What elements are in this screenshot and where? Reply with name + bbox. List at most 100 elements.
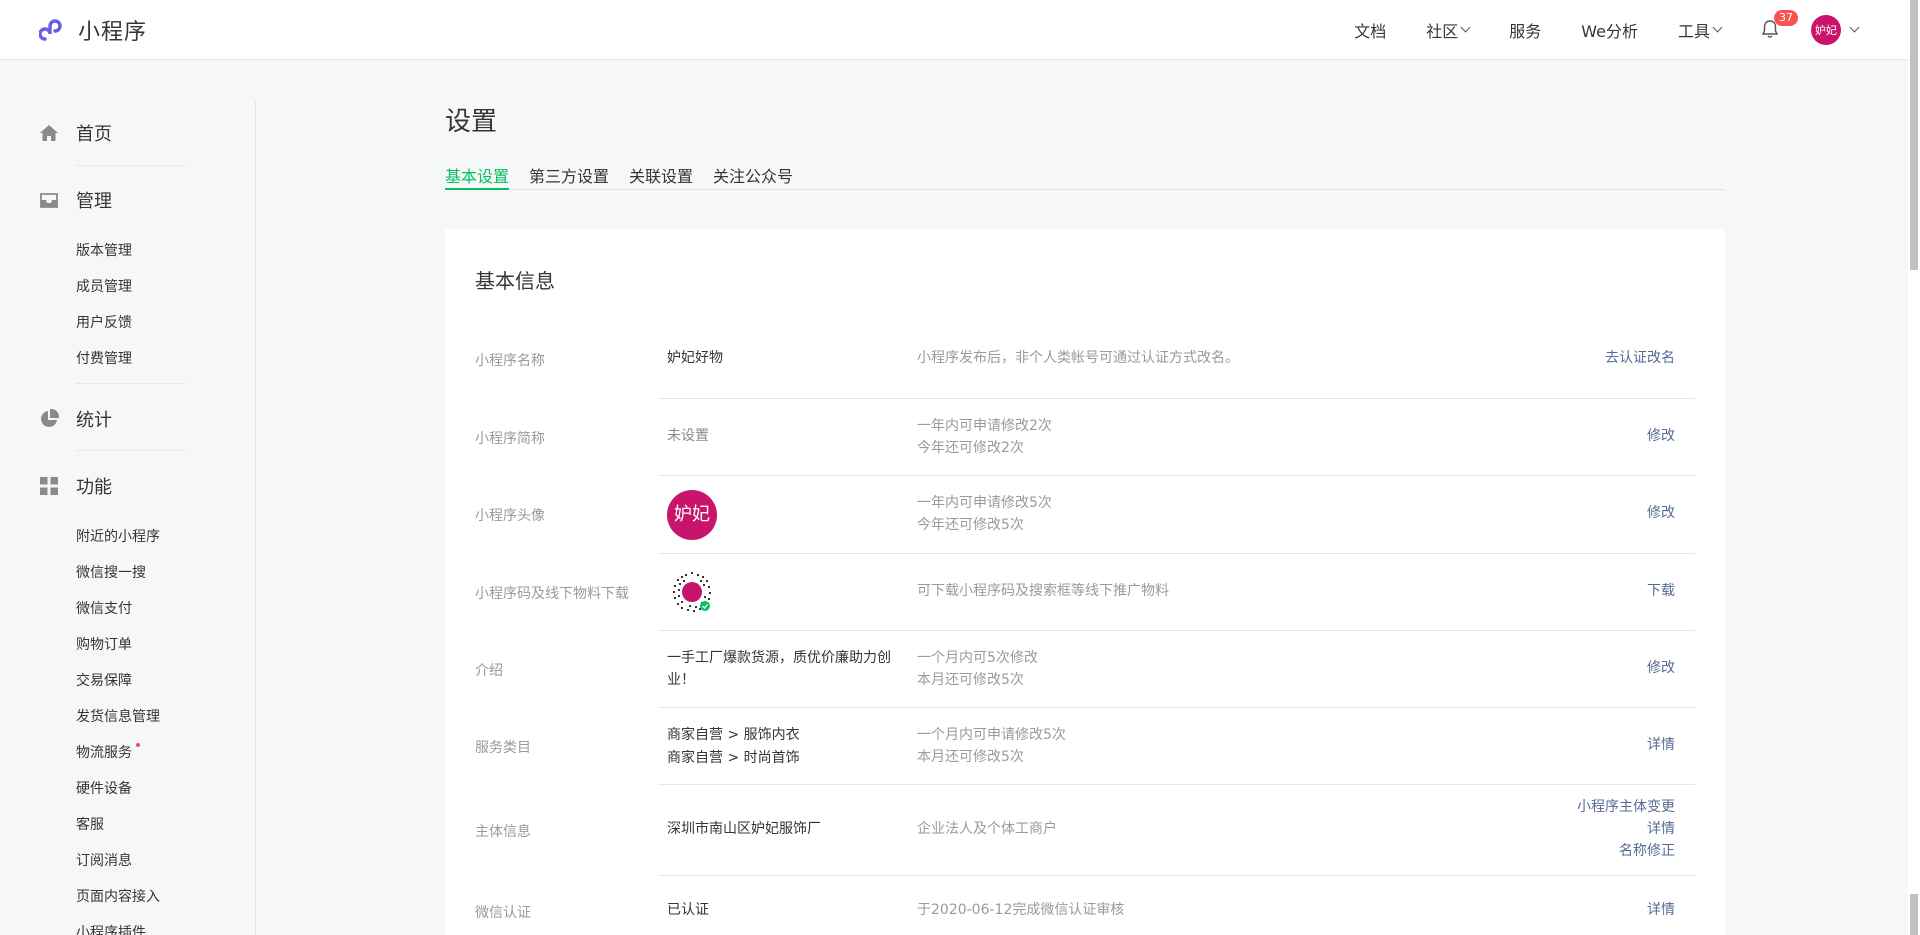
card-title: 基本信息: [475, 269, 555, 293]
qrcode-wrap: [667, 567, 902, 624]
sidebar-divider: [76, 165, 186, 166]
info-row-categories: 服务类目 商家自营 > 服饰内衣 商家自营 > 时尚首饰 一个月内可申请修改5次…: [445, 708, 1725, 785]
sidebar-section-manage[interactable]: 管理: [38, 187, 112, 213]
edit-link[interactable]: 修改: [1647, 425, 1675, 447]
info-row-intro: 介绍 一手工厂爆款货源，质优价廉助力创业！ 一个月内可5次修改 本月还可修改5次…: [445, 631, 1725, 708]
nav-analytics[interactable]: We分析: [1581, 18, 1638, 42]
edit-link[interactable]: 修改: [1647, 502, 1675, 524]
sidebar-item-shipping-info[interactable]: 发货信息管理: [76, 706, 160, 726]
sidebar-item-home[interactable]: 首页: [38, 120, 112, 146]
nav-community[interactable]: 社区: [1426, 18, 1471, 42]
sidebar-item-search[interactable]: 微信搜一搜: [76, 562, 146, 582]
sidebar-item-nearby[interactable]: 附近的小程序: [76, 526, 160, 546]
page-title: 设置: [445, 107, 498, 137]
details-link[interactable]: 详情: [1647, 899, 1675, 921]
verify-rename-link[interactable]: 去认证改名: [1605, 347, 1675, 369]
info-row-avatar: 小程序头像 妒妃 一年内可申请修改5次 今年还可修改5次 修改: [445, 476, 1725, 554]
sidebar-item-subscribe[interactable]: 订阅消息: [76, 850, 132, 870]
sidebar-item-plugins[interactable]: 小程序插件: [76, 922, 146, 935]
row-label: 主体信息: [475, 824, 531, 840]
logo[interactable]: 小程序: [38, 14, 147, 46]
sidebar-item-customer-service[interactable]: 客服: [76, 814, 104, 834]
sidebar-item-billing[interactable]: 付费管理: [76, 348, 132, 368]
row-value: 未设置: [667, 428, 709, 444]
row-value-secondary: 商家自营 > 时尚首饰: [667, 750, 800, 766]
notification-button[interactable]: 37: [1761, 10, 1798, 41]
tab-basic[interactable]: 基本设置: [445, 163, 510, 190]
row-label: 小程序名称: [475, 353, 545, 369]
entity-change-link[interactable]: 小程序主体变更: [1577, 796, 1675, 818]
row-value: 深圳市南山区妒妃服饰厂: [667, 821, 821, 837]
chevron-down-icon[interactable]: [1849, 22, 1860, 33]
name-correction-link[interactable]: 名称修正: [1619, 840, 1675, 862]
sidebar-section-features[interactable]: 功能: [38, 473, 112, 499]
row-label: 介绍: [475, 663, 503, 679]
mini-program-code-icon: [667, 568, 717, 621]
row-tip: 一个月内可5次修改: [917, 650, 1038, 666]
tab-third-party[interactable]: 第三方设置: [529, 163, 609, 190]
sidebar: 首页 管理 版本管理 成员管理 用户反馈 付费管理 统计 功能 附近的小程序 微…: [0, 100, 256, 935]
download-link[interactable]: 下载: [1647, 580, 1675, 602]
sidebar-item-label: 首页: [76, 124, 112, 145]
grid-icon: [38, 475, 60, 497]
details-link[interactable]: 详情: [1647, 818, 1675, 840]
logo-text: 小程序: [78, 20, 148, 45]
sidebar-item-pay[interactable]: 微信支付: [76, 598, 132, 618]
sidebar-item-feedback[interactable]: 用户反馈: [76, 312, 132, 332]
row-value: 已认证: [667, 902, 709, 918]
tab-follow-account[interactable]: 关注公众号: [713, 163, 793, 190]
nav-tools-label: 工具: [1677, 22, 1710, 41]
scrollbar[interactable]: [1908, 0, 1920, 935]
tab-association[interactable]: 关联设置: [629, 163, 693, 190]
settings-tabs: 基本设置 第三方设置 关联设置 关注公众号: [445, 160, 1725, 190]
scrollbar-thumb-lower[interactable]: [1910, 894, 1918, 935]
row-value: 妒妃好物: [667, 350, 723, 366]
app-avatar-wrap: 妒妃: [667, 490, 902, 540]
sidebar-item-hardware[interactable]: 硬件设备: [76, 778, 132, 798]
nav-service[interactable]: 服务: [1509, 18, 1541, 42]
row-label: 小程序头像: [475, 508, 545, 524]
row-tip-secondary: 今年还可修改2次: [917, 440, 1024, 456]
info-row-entity: 主体信息 深圳市南山区妒妃服饰厂 企业法人及个体工商户 小程序主体变更 详情 名…: [445, 785, 1725, 876]
nav-community-label: 社区: [1426, 22, 1459, 41]
info-row-name: 小程序名称 妒妃好物 小程序发布后，非个人类帐号可通过认证方式改名。 去认证改名: [445, 321, 1725, 399]
nav-docs[interactable]: 文档: [1354, 18, 1386, 42]
top-bar: 小程序 文档 社区 服务 We分析 工具 37 妒妃: [0, 0, 1908, 60]
row-tip: 一个月内可申请修改5次: [917, 727, 1066, 743]
row-label: 服务类目: [475, 740, 531, 756]
row-tip-secondary: 今年还可修改5次: [917, 517, 1024, 533]
chevron-down-icon: [1712, 22, 1723, 33]
row-tip: 小程序发布后，非个人类帐号可通过认证方式改名。: [917, 350, 1239, 366]
chevron-down-icon: [1460, 22, 1471, 33]
sidebar-divider: [76, 450, 186, 451]
nav-tools[interactable]: 工具: [1677, 18, 1723, 42]
scrollbar-thumb[interactable]: [1910, 0, 1918, 270]
pie-chart-icon: [38, 408, 60, 430]
edit-link[interactable]: 修改: [1647, 657, 1675, 679]
row-tip: 一年内可申请修改2次: [917, 418, 1052, 434]
sidebar-item-stats[interactable]: 统计: [38, 406, 112, 432]
inbox-icon: [38, 189, 60, 211]
sidebar-item-members[interactable]: 成员管理: [76, 276, 132, 296]
row-tip-secondary: 本月还可修改5次: [917, 672, 1024, 688]
new-dot-indicator: [136, 743, 140, 747]
avatar[interactable]: 妒妃: [1811, 15, 1841, 45]
sidebar-item-content[interactable]: 页面内容接入: [76, 886, 160, 906]
sidebar-item-logistics[interactable]: 物流服务: [76, 742, 132, 762]
sidebar-item-version[interactable]: 版本管理: [76, 240, 132, 260]
row-label: 微信认证: [475, 905, 531, 921]
info-row-short-name: 小程序简称 未设置 一年内可申请修改2次 今年还可修改2次 修改: [445, 399, 1725, 476]
row-label: 小程序简称: [475, 431, 545, 447]
row-label: 小程序码及线下物料下载: [475, 586, 629, 602]
top-nav: 文档 社区 服务 We分析 工具 37 妒妃: [1314, 0, 1860, 60]
info-row-qrcode: 小程序码及线下物料下载 可下载小程序码及搜索框等线下推广物料 下载: [445, 554, 1725, 631]
sidebar-item-guarantee[interactable]: 交易保障: [76, 670, 132, 690]
row-tip: 企业法人及个体工商户: [917, 821, 1057, 837]
row-tip: 可下载小程序码及搜索框等线下推广物料: [917, 583, 1169, 599]
row-tip: 于2020-06-12完成微信认证审核: [917, 902, 1125, 918]
details-link[interactable]: 详情: [1647, 734, 1675, 756]
sidebar-item-orders[interactable]: 购物订单: [76, 634, 132, 654]
row-tip: 一年内可申请修改5次: [917, 495, 1052, 511]
row-tip-secondary: 本月还可修改5次: [917, 749, 1024, 765]
info-row-verification: 微信认证 已认证 于2020-06-12完成微信认证审核 详情: [445, 876, 1725, 935]
